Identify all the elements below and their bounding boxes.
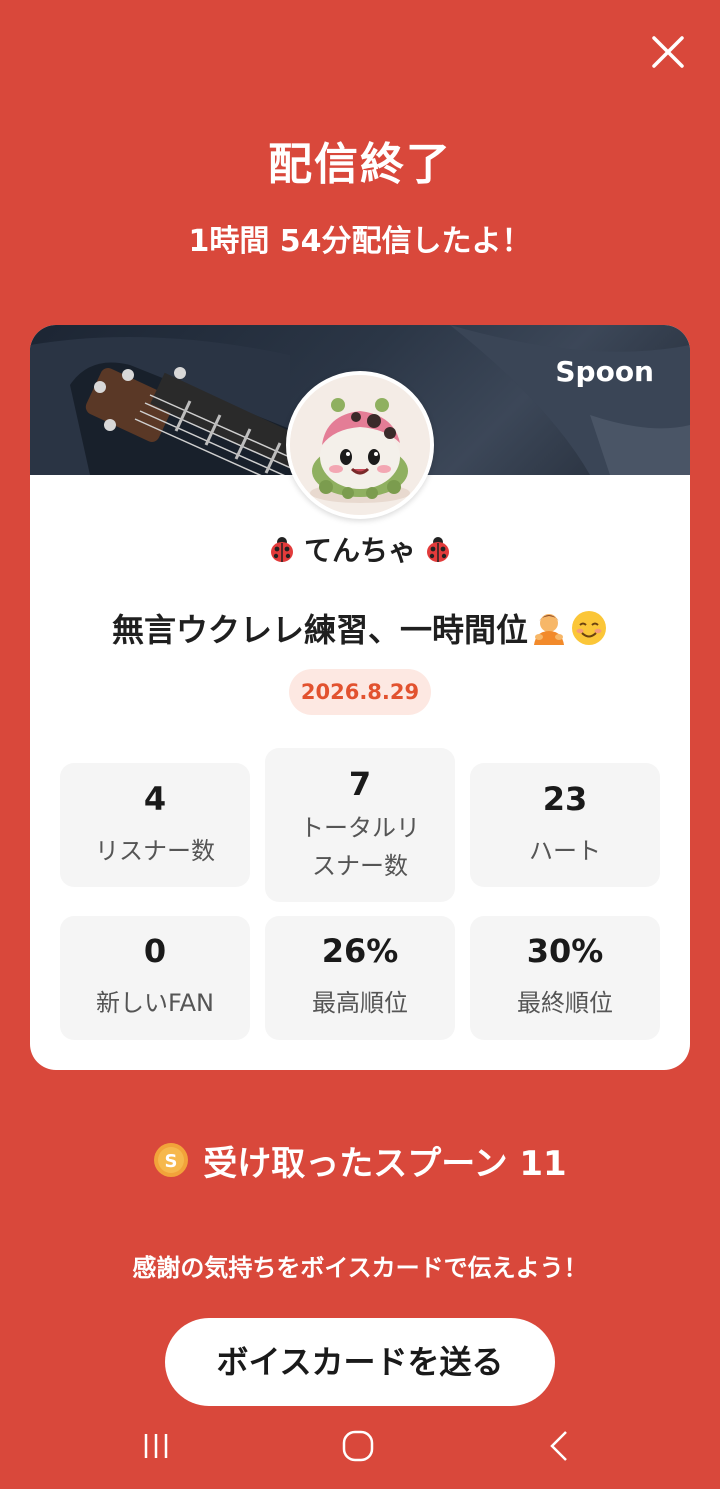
close-button[interactable] — [648, 32, 688, 72]
stat-total-listeners: 7 トータルリスナー数 — [265, 748, 455, 902]
back-button[interactable] — [538, 1424, 582, 1468]
system-nav-bar — [0, 1410, 720, 1480]
stat-value: 4 — [143, 780, 167, 818]
svg-text:S: S — [165, 1151, 178, 1172]
stat-value: 7 — [348, 765, 372, 803]
close-icon — [652, 36, 684, 68]
ladybug-icon — [427, 537, 449, 562]
person-bowing-icon — [534, 614, 564, 645]
received-spoons-text: 受け取ったスプーン 11 — [203, 1143, 567, 1184]
recent-apps-button[interactable] — [134, 1424, 178, 1468]
stat-label: 新しいFAN — [96, 989, 214, 1017]
stat-label: リスナー数 — [95, 837, 215, 865]
username: てんちゃ — [30, 529, 690, 569]
page-title: 配信終了 — [268, 139, 452, 190]
stat-value: 26% — [321, 932, 399, 970]
stat-value: 0 — [143, 932, 167, 970]
stream-title: 無言ウクレレ練習、一時間位 — [30, 605, 690, 651]
username-text: てんちゃ — [303, 534, 416, 567]
back-icon — [550, 1431, 567, 1461]
stat-final-rank: 30% 最終順位 — [470, 916, 660, 1040]
smiling-face-icon — [572, 611, 606, 645]
received-spoons: S 受け取ったスプーン 11 — [0, 1135, 720, 1185]
stream-title-text: 無言ウクレレ練習、一時間位 — [111, 611, 528, 649]
stat-label: 最高順位 — [312, 989, 408, 1017]
broadcast-duration: 1時間 54分配信したよ！ — [188, 224, 532, 259]
thanks-message: 感謝の気持ちをボイスカードで伝えよう！ — [132, 1254, 588, 1282]
stat-new-fans: 0 新しいFAN — [60, 916, 250, 1040]
send-voice-card-button[interactable]: ボイスカードを送る — [165, 1318, 555, 1406]
ladybug-icon — [270, 537, 293, 562]
broadcast-date: 2026.8.29 — [289, 669, 431, 715]
home-icon — [342, 1430, 374, 1462]
stat-label: 最終順位 — [517, 989, 613, 1017]
stat-value: 23 — [542, 780, 588, 818]
stat-label: ハート — [529, 837, 601, 865]
stat-highest-rank: 26% 最高順位 — [265, 916, 455, 1040]
spoon-logo: Spoon — [555, 355, 654, 388]
stat-hearts: 23 ハート — [470, 763, 660, 887]
stat-label: トータルリスナー数 — [300, 814, 420, 880]
recent-apps-icon — [144, 1434, 168, 1458]
stat-listeners: 4 リスナー数 — [60, 763, 250, 887]
stat-value: 30% — [526, 932, 604, 970]
avatar[interactable] — [286, 371, 434, 519]
home-button[interactable] — [336, 1424, 380, 1468]
broadcast-summary-card: Spoon てんちゃ 無言ウクレレ練習、一時間位 2026.8.29 4 リスナ… — [30, 325, 690, 1070]
spoon-coin-icon: S — [154, 1143, 189, 1177]
